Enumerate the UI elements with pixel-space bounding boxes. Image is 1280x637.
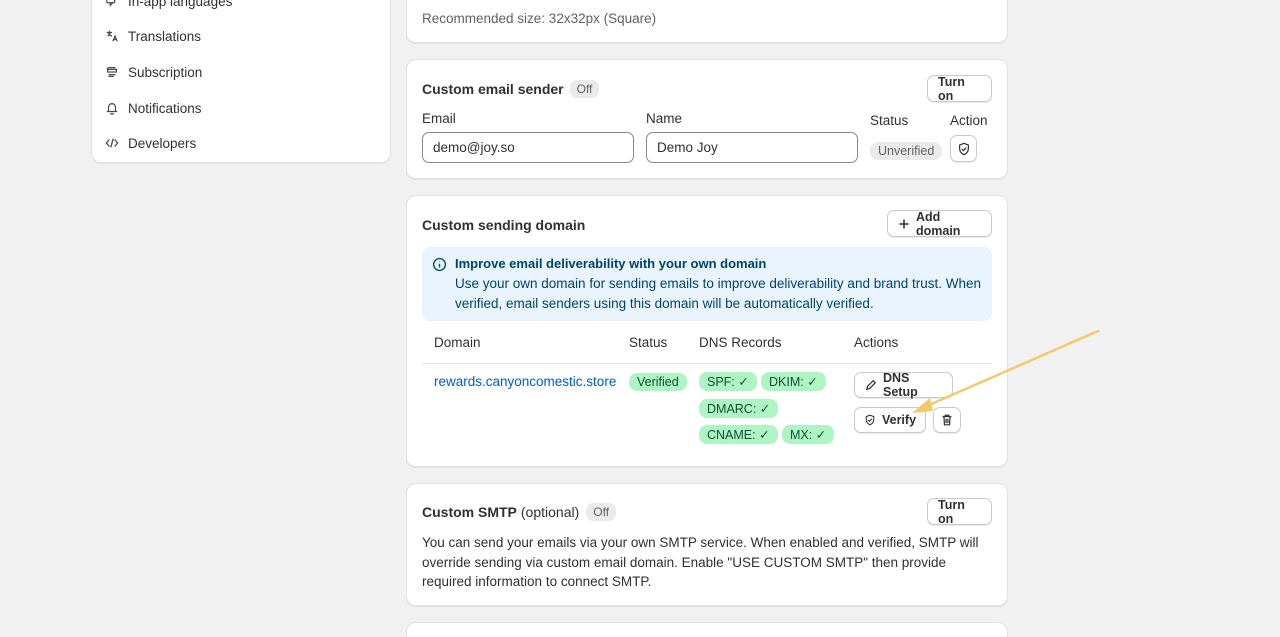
action-label: Action — [950, 113, 988, 128]
custom-email-sender-card: Custom email sender Off Turn on Email de… — [406, 59, 1008, 179]
card-title: Custom SMTP — [422, 504, 517, 520]
dns-record-badge: SPF: ✓ — [699, 372, 757, 391]
sidebar-item-translations[interactable]: Translations — [105, 26, 201, 46]
sending-domain-title: Custom sending domain — [422, 217, 586, 233]
add-domain-label: Add domain — [916, 209, 961, 238]
settings-sidebar: In-app languages Translations Subscripti… — [91, 0, 391, 163]
next-card — [406, 622, 1008, 637]
sidebar-item-label: Notifications — [128, 100, 202, 116]
turn-on-button[interactable]: Turn on — [927, 75, 992, 103]
name-field[interactable]: Demo Joy — [646, 132, 858, 163]
plus-icon — [898, 218, 910, 230]
shield-check-icon — [957, 142, 971, 156]
email-field[interactable]: demo@joy.so — [422, 132, 634, 163]
unverified-badge: Unverified — [870, 142, 943, 160]
icon-upload-card: Recommended size: 32x32px (Square) — [406, 0, 1008, 43]
sidebar-item-subscription[interactable]: Subscription — [105, 62, 202, 82]
turn-on-button[interactable]: Turn on — [927, 498, 992, 526]
smtp-title: Custom SMTP (optional) Off — [422, 503, 617, 521]
name-label: Name — [646, 111, 683, 126]
bell-icon — [105, 101, 119, 115]
translate-icon — [105, 29, 119, 43]
subscription-icon — [105, 65, 119, 79]
column-header-dns-records: DNS Records — [699, 335, 782, 350]
sidebar-item-in-app-languages[interactable]: In-app languages — [105, 0, 232, 11]
dns-record-badge: CNAME: ✓ — [699, 425, 778, 444]
languages-icon — [105, 0, 119, 8]
email-sender-title: Custom email sender Off — [422, 80, 600, 98]
shield-check-icon — [864, 414, 876, 426]
smtp-description: You can send your emails via your own SM… — [422, 535, 979, 589]
sidebar-item-label: Developers — [128, 135, 197, 151]
email-label: Email — [422, 111, 456, 126]
info-icon — [432, 257, 447, 272]
sidebar-item-label: Translations — [128, 28, 202, 44]
card-title: Custom email sender — [422, 81, 564, 97]
sidebar-item-label: Subscription — [128, 64, 203, 80]
status-badge: Off — [569, 80, 600, 98]
custom-smtp-card: Custom SMTP (optional) Off Turn on You c… — [406, 483, 1008, 606]
column-header-actions: Actions — [854, 335, 899, 350]
banner-title: Improve email deliverability with your o… — [455, 256, 767, 271]
code-icon — [105, 136, 119, 150]
column-header-domain: Domain — [434, 335, 481, 350]
verified-badge: Verified — [629, 373, 687, 391]
status-badge: Off — [586, 503, 617, 521]
domain-link[interactable]: rewards.canyoncomestic.store — [434, 372, 616, 392]
add-domain-button[interactable]: Add domain — [887, 209, 992, 238]
dns-record-badge: DMARC: ✓ — [699, 399, 779, 418]
sidebar-item-label: In-app languages — [128, 0, 233, 9]
dns-record-badge: MX: ✓ — [782, 425, 835, 444]
status-label: Status — [870, 113, 909, 128]
pencil-icon — [865, 379, 877, 391]
verify-shield-button[interactable] — [950, 135, 977, 162]
optional-label: (optional) — [520, 504, 580, 520]
banner-text: Use your own domain for sending emails t… — [455, 276, 982, 311]
annotation-arrow — [912, 329, 1100, 413]
sidebar-item-notifications[interactable]: Notifications — [105, 98, 202, 118]
dns-record-badge: DKIM: ✓ — [761, 372, 826, 391]
recommended-size-hint: Recommended size: 32x32px (Square) — [422, 11, 657, 26]
info-banner: Improve email deliverability with your o… — [422, 247, 992, 321]
sidebar-item-developers[interactable]: Developers — [105, 133, 196, 153]
column-header-status: Status — [629, 335, 668, 350]
